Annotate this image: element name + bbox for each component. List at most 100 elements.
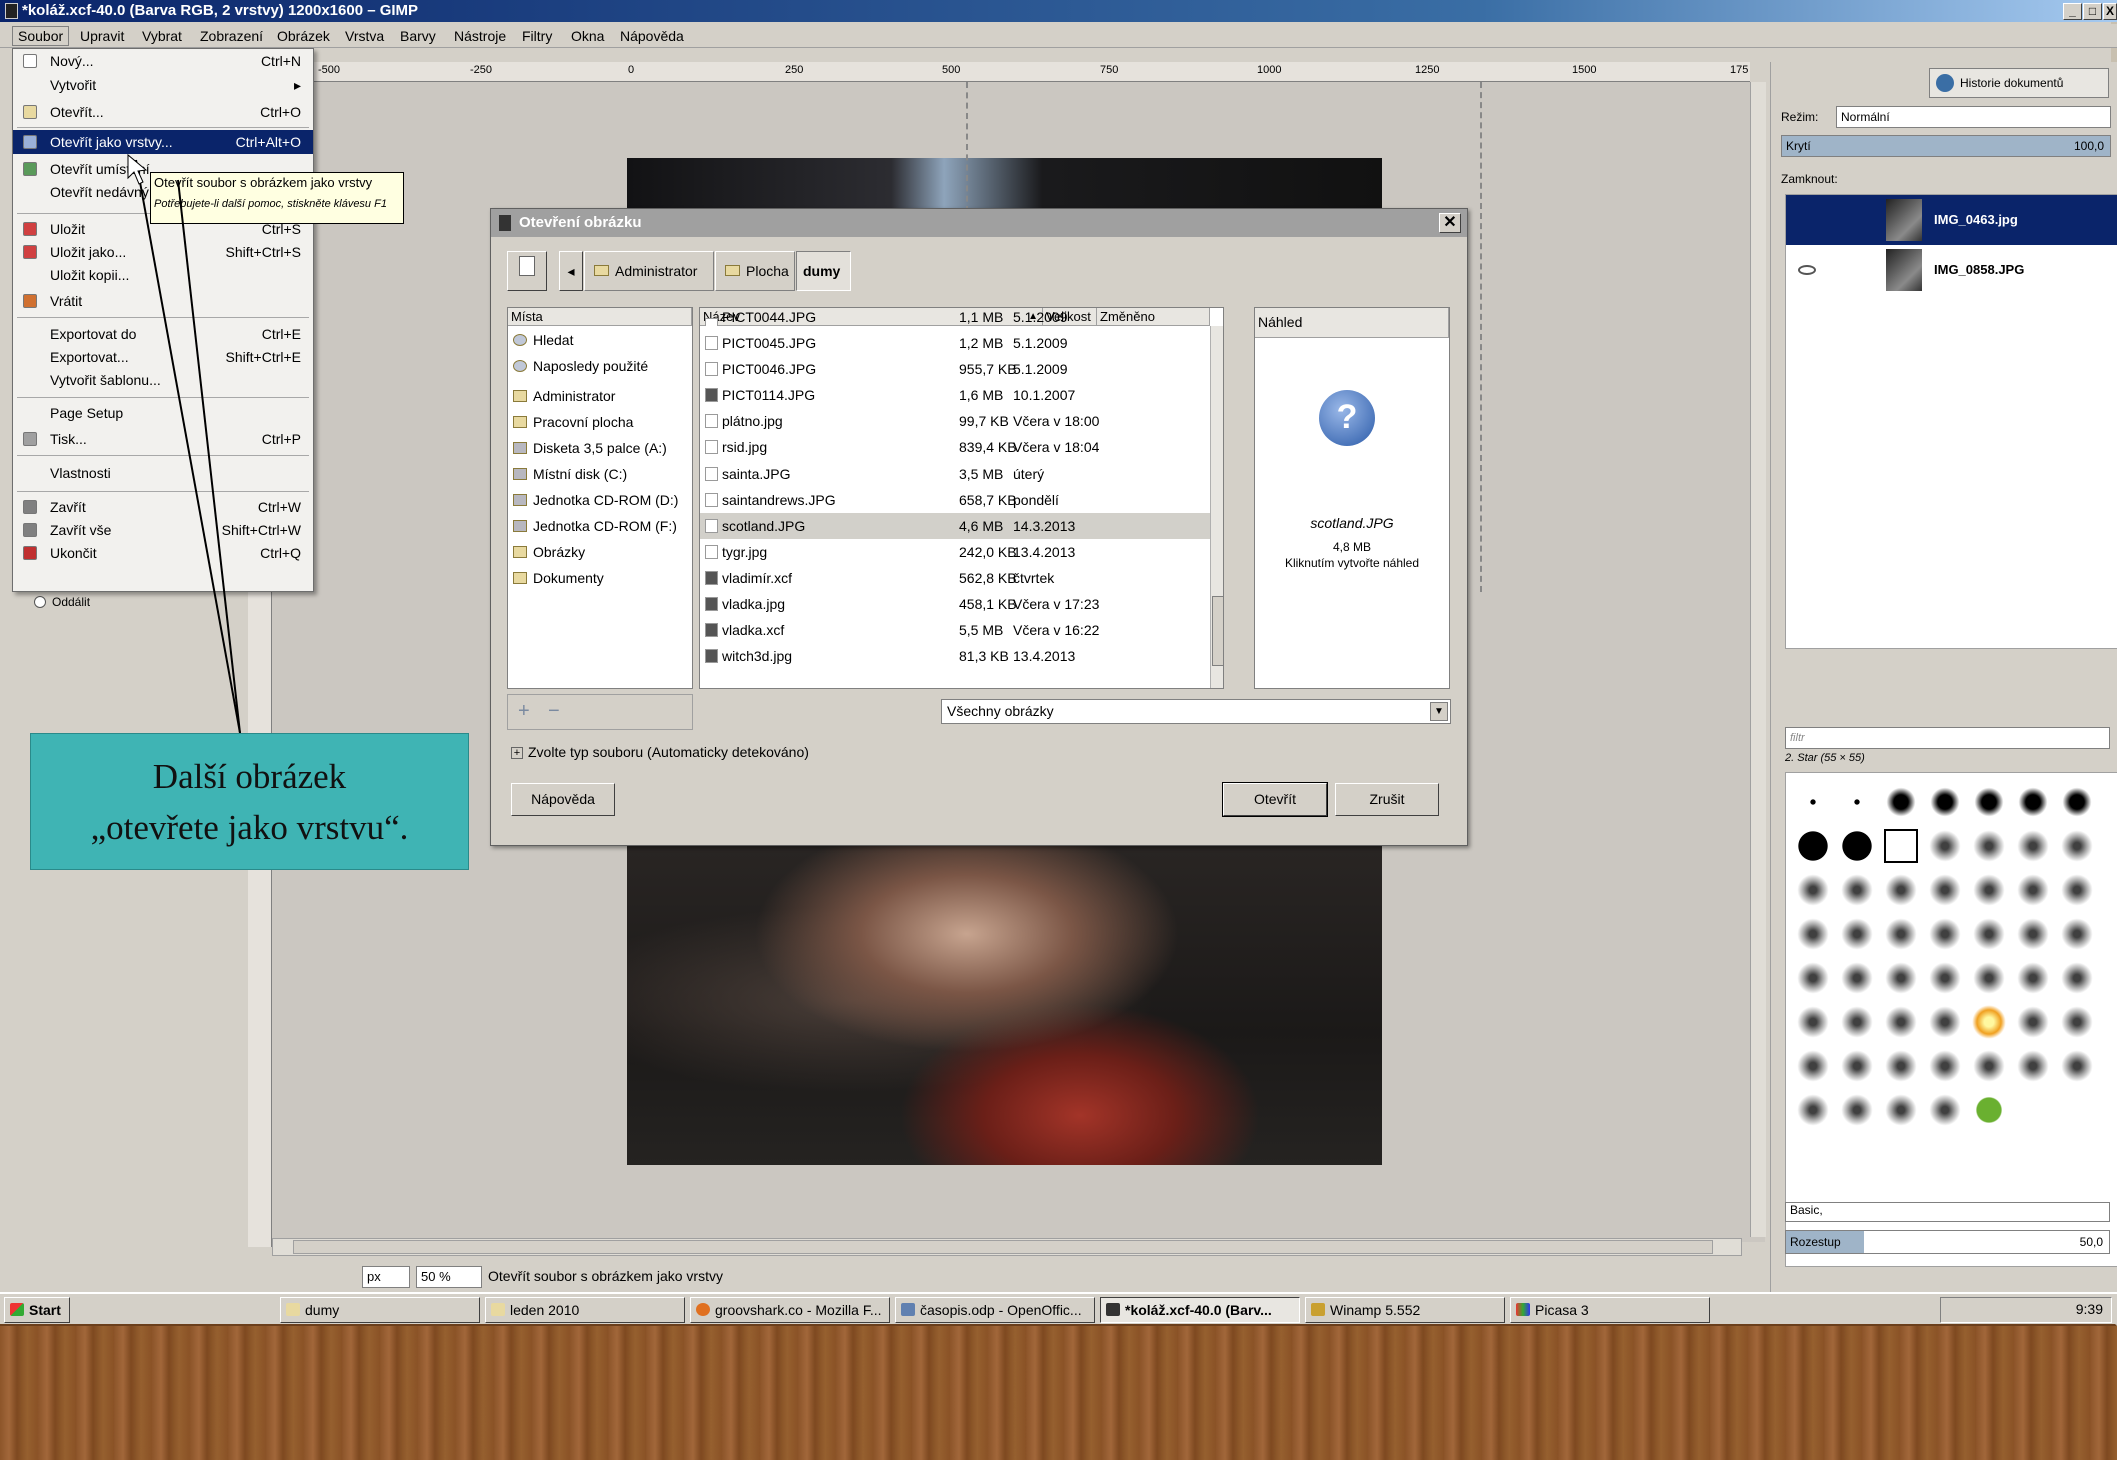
place-item[interactable]: Jednotka CD-ROM (F:) [508,514,692,538]
file-row[interactable]: rsid.jpg 839,4 KB Včera v 18:04 [700,434,1210,460]
file-size: 3,5 MB [959,465,1004,482]
file-date: 13.4.2013 [1013,648,1076,665]
file-size: 5,5 MB [959,622,1004,639]
dialog-title: Otevření obrázku [519,214,642,231]
file-date: 14.3.2013 [1013,517,1076,534]
folder-icon [513,572,527,584]
place-item[interactable]: Administrator [508,384,692,408]
file-name: witch3d.jpg [722,648,793,665]
places-toolbar: + − [507,694,693,730]
file-date: 13.4.2013 [1013,543,1076,560]
file-row[interactable]: saintandrews.JPG 658,7 KB pondělí [700,487,1210,513]
place-item[interactable]: Jednotka CD-ROM (D:) [508,488,692,512]
file-row[interactable]: vladka.xcf 5,5 MB Včera v 16:22 [700,617,1210,643]
place-item[interactable]: Pracovní plocha [508,410,692,434]
file-row[interactable]: PICT0114.JPG 1,6 MB 10.1.2007 [700,382,1210,408]
file-row[interactable]: sainta.JPG 3,5 MB úterý [700,461,1210,487]
place-item[interactable]: Naposledy použité [508,354,692,378]
file-name: PICT0044.JPG [722,312,817,325]
path-back-button[interactable]: ◂ [559,251,583,291]
file-row[interactable]: scotland.JPG 4,6 MB 14.3.2013 [700,512,1210,539]
filetype-expander[interactable]: Zvolte typ souboru (Automaticky deteková… [528,744,809,760]
dialog-close-button[interactable]: ✕ [1439,213,1461,233]
file-icon [705,570,718,585]
file-name: saintandrews.JPG [722,491,836,508]
file-size: 1,2 MB [959,335,1004,351]
file-row[interactable]: witch3d.jpg 81,3 KB 13.4.2013 [700,643,1210,669]
open-button[interactable]: Otevřít [1222,782,1328,817]
folder-icon [594,265,609,276]
type-location-button[interactable] [507,251,547,291]
file-name: vladimír.xcf [722,569,793,586]
file-row[interactable]: vladimír.xcf 562,8 KB čtvrtek [700,565,1210,591]
preview-header: Náhled [1255,308,1449,338]
file-name: vladka.jpg [722,596,786,612]
chevron-down-icon[interactable]: ▼ [1430,702,1448,721]
file-row[interactable]: vladka.jpg 458,1 KB Včera v 17:23 [700,591,1210,617]
preview-panel: Náhled ? scotland.JPG 4,8 MB Kliknutím v… [1254,307,1450,689]
file-name: PICT0046.JPG [722,361,817,378]
file-icon [705,466,718,481]
place-label: Naposledy použité [533,358,649,374]
place-item[interactable]: Obrázky [508,540,692,564]
path-plocha[interactable]: Plocha [715,251,795,291]
add-bookmark-icon[interactable]: + [518,700,530,723]
place-label: Hledat [533,332,574,348]
scroll-thumb[interactable] [1212,596,1223,666]
file-row[interactable]: tygr.jpg 242,0 KB 13.4.2013 [700,539,1210,565]
drive-icon [513,494,527,506]
file-date: 5.1.2009 [1013,312,1068,325]
tutorial-callout: Další obrázek „otevřete jako vrstvu“. [30,733,469,870]
place-item[interactable]: Místní disk (C:) [508,462,692,486]
file-date: Včera v 18:04 [1013,439,1100,456]
mouse-cursor-icon [127,153,148,185]
place-label: Jednotka CD-ROM (F:) [533,518,677,534]
file-row[interactable]: plátno.jpg 99,7 KB Včera v 18:00 [700,408,1210,434]
file-filter-value: Všechny obrázky [947,703,1054,719]
file-size: 4,6 MB [959,517,1004,534]
file-size: 562,8 KB [959,569,1017,586]
file-date: Včera v 16:22 [1013,622,1100,639]
file-icon [705,388,718,403]
path-administrator[interactable]: Administrator [584,251,714,291]
file-date: pondělí [1013,491,1059,508]
file-name: vladka.xcf [722,622,785,639]
help-button[interactable]: Nápověda [511,783,615,816]
file-size: 1,6 MB [959,387,1004,404]
places-header[interactable]: Místa [508,308,692,326]
preview-filename: scotland.JPG [1310,515,1394,531]
file-date: úterý [1013,465,1045,482]
unknown-preview-icon[interactable]: ? [1319,390,1375,446]
file-icon [705,440,718,455]
place-item[interactable]: Hledat [508,328,692,352]
folder-icon [513,416,527,428]
path-label: Administrator [615,263,698,279]
file-filter-select[interactable]: Všechny obrázky ▼ [941,699,1451,724]
file-date: Včera v 18:00 [1013,413,1100,430]
file-size: 658,7 KB [959,491,1017,508]
file-icon [705,649,718,664]
file-list-scrollbar[interactable] [1210,326,1223,688]
file-row[interactable]: PICT0044.JPG 1,1 MB 5.1.2009 [700,312,1210,326]
file-size: 955,7 KB [959,361,1017,378]
file-row[interactable]: PICT0045.JPG 1,2 MB 5.1.2009 [700,330,1210,356]
file-size: 458,1 KB [959,596,1017,612]
gimp-app-icon [499,215,511,231]
path-dumy[interactable]: dumy [796,251,851,291]
preview-hint: Kliknutím vytvořte náhled [1284,556,1420,570]
file-icon [705,336,718,350]
drive-icon [513,442,527,454]
file-size: 81,3 KB [959,648,1009,665]
file-icon [705,597,718,611]
dialog-titlebar[interactable]: Otevření obrázku ✕ [491,209,1467,237]
preview-size: 4,8 MB [1332,540,1371,554]
cancel-button[interactable]: Zrušit [1335,783,1439,816]
place-item[interactable]: Disketa 3,5 palce (A:) [508,436,692,460]
callout-line2: „otevřete jako vrstvu“. [90,808,409,847]
place-label: Obrázky [533,544,586,560]
expand-filetype-icon[interactable]: + [511,747,523,759]
file-list: Název ▲ Velikost Změněno PICT0044.JPG 1,1 … [699,307,1224,689]
place-item[interactable]: Dokumenty [508,566,692,590]
file-row[interactable]: PICT0046.JPG 955,7 KB 5.1.2009 [700,356,1210,382]
remove-bookmark-icon[interactable]: − [548,700,560,723]
